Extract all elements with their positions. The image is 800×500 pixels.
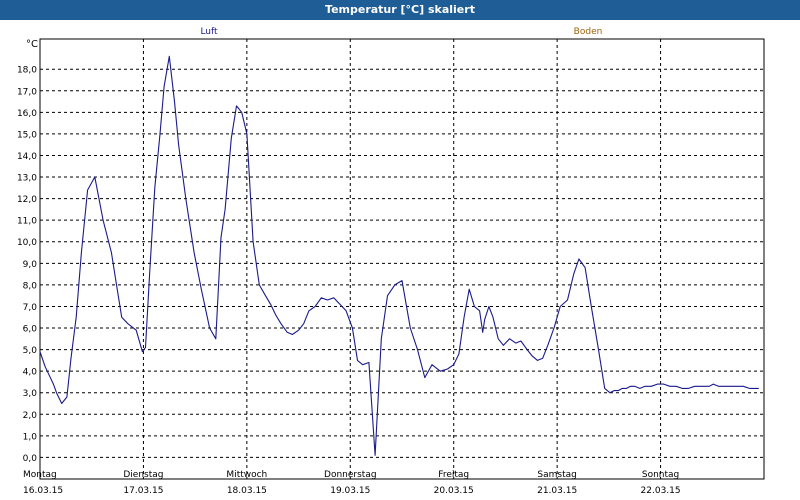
y-tick-label: 12,0 (17, 195, 37, 205)
x-day-name-label: Dienstag (123, 470, 163, 480)
plot-frame (39, 38, 765, 480)
y-tick-label: 11,0 (17, 217, 37, 227)
x-date-label: 21.03.15 (537, 486, 577, 496)
x-date-label: 19.03.15 (330, 486, 370, 496)
y-axis-unit-label: °C (26, 39, 38, 50)
x-day-name-label: Sonntag (642, 470, 679, 480)
y-tick-label: 4,0 (23, 368, 38, 378)
chart-title: Temperatur [°C] skaliert (0, 0, 800, 20)
y-tick-label: 17,0 (17, 87, 37, 97)
y-tick-label: 5,0 (23, 346, 38, 356)
x-day-name-label: Donnerstag (324, 470, 377, 480)
y-tick-label: 2,0 (23, 411, 38, 421)
x-day-name-label: Mittwoch (226, 470, 267, 480)
y-tick-label: 1,0 (23, 432, 38, 442)
y-tick-label: 10,0 (17, 238, 37, 248)
y-tick-labels: 0,0 1,0 2,0 3,0 4,0 5,0 6,0 7,0 8,0 9,0 10,0 11,0 12… (17, 66, 37, 464)
x-date-label: 18.03.15 (227, 486, 267, 496)
y-tick-label: 14,0 (17, 152, 37, 162)
y-tick-label: 13,0 (17, 174, 37, 184)
x-date-label: 17.03.15 (123, 486, 163, 496)
y-tick-label: 16,0 (17, 109, 37, 119)
y-tick-label: 3,0 (23, 389, 38, 399)
x-date-label: 16.03.15 (23, 486, 63, 496)
x-date-label: 22.03.15 (641, 486, 681, 496)
x-date-label: 20.03.15 (434, 486, 474, 496)
x-day-name-label: Montag (23, 470, 57, 480)
y-tick-label: 15,0 (17, 130, 37, 140)
y-tick-label: 18,0 (17, 66, 37, 76)
temperature-chart: °C Luft Boden 0,0 1,0 2,0 3,0 4,0 5,0 6,0 7,0 8,… (17, 27, 765, 496)
x-day-name-label: Freitag (438, 470, 469, 480)
y-tick-label: 6,0 (23, 325, 38, 335)
y-tick-label: 7,0 (23, 303, 38, 313)
legend-label-luft: Luft (200, 27, 218, 37)
x-day-name-label: Samstag (537, 470, 576, 480)
y-tick-label: 0,0 (23, 454, 38, 464)
y-tick-label: 9,0 (23, 260, 38, 270)
legend-label-boden: Boden (574, 27, 603, 37)
y-tick-label: 8,0 (23, 281, 38, 291)
